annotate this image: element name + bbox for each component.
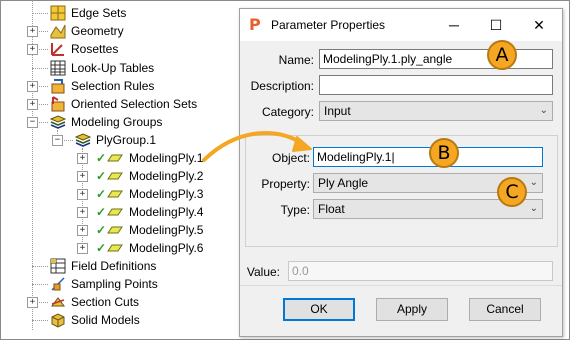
annotation-arrow xyxy=(202,131,312,162)
callout-a: A xyxy=(487,40,517,70)
callout-c: C xyxy=(497,177,527,207)
callout-b: B xyxy=(429,138,459,168)
